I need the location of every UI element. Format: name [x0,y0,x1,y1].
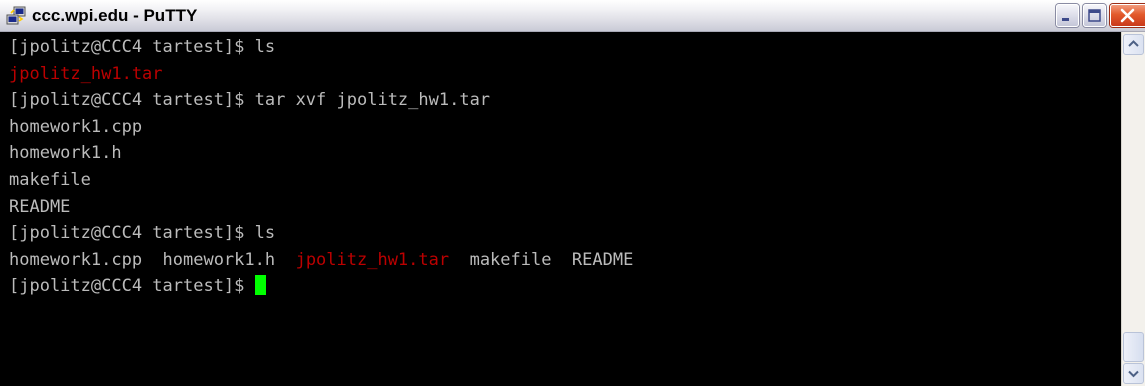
line-text: homework1.h [9,143,122,164]
putty-window: ccc.wpi.edu - PuTTY [jpolitz@CCC4 tartes… [0,0,1145,386]
line-text: homework1.cpp homework1.h [9,249,296,270]
terminal-line: [jpolitz@CCC4 tartest]$ ls [9,220,633,247]
text-cursor [254,275,266,296]
shell-prompt: [jpolitz@CCC4 tartest]$ [9,276,255,297]
scroll-down-arrow-icon [1128,370,1139,378]
terminal-line: [jpolitz@CCC4 tartest]$ tar xvf jpolitz_… [9,87,633,114]
terminal-line: homework1.h [9,140,633,167]
line-text: makefile [9,169,91,190]
vertical-scrollbar[interactable] [1121,32,1145,386]
line-text: README [9,196,71,217]
terminal-line: homework1.cpp homework1.h jpolitz_hw1.ta… [9,247,633,274]
line-text: [jpolitz@CCC4 tartest]$ ls [9,37,276,57]
maximize-button[interactable] [1083,4,1106,27]
terminal-line: homework1.cpp [9,114,633,141]
scroll-up-button[interactable] [1123,34,1144,55]
line-text: [jpolitz@CCC4 tartest]$ ls [9,223,276,244]
terminal-line: README [9,194,633,221]
putty-app-icon[interactable] [6,6,26,26]
terminal-line: makefile [9,167,633,194]
title-bar[interactable]: ccc.wpi.edu - PuTTY [0,0,1145,32]
scroll-down-button[interactable] [1123,363,1144,384]
minimize-icon [1062,18,1069,21]
terminal-prompt-line[interactable]: [jpolitz@CCC4 tartest]$ [9,273,633,300]
scroll-up-arrow-icon [1128,40,1139,47]
close-icon [1120,8,1135,23]
terminal-line: jpolitz_hw1.tar [9,61,633,88]
minimize-button[interactable] [1056,4,1079,27]
maximize-icon [1088,9,1101,22]
archive-file-name: jpolitz_hw1.tar [295,249,450,270]
terminal-output: [jpolitz@CCC4 tartest]$ ls jpolitz_hw1.t… [9,34,633,300]
close-button[interactable] [1110,4,1145,27]
line-text: [jpolitz@CCC4 tartest]$ tar xvf jpolitz_… [9,90,491,111]
terminal-line: [jpolitz@CCC4 tartest]$ ls [9,34,633,61]
window-title: ccc.wpi.edu - PuTTY [32,6,198,25]
scroll-thumb[interactable] [1123,332,1144,362]
archive-file-name: jpolitz_hw1.tar [9,63,163,84]
terminal-screen[interactable]: [jpolitz@CCC4 tartest]$ ls jpolitz_hw1.t… [0,32,1121,386]
line-text: makefile README [449,249,634,270]
line-text: homework1.cpp [9,116,143,137]
